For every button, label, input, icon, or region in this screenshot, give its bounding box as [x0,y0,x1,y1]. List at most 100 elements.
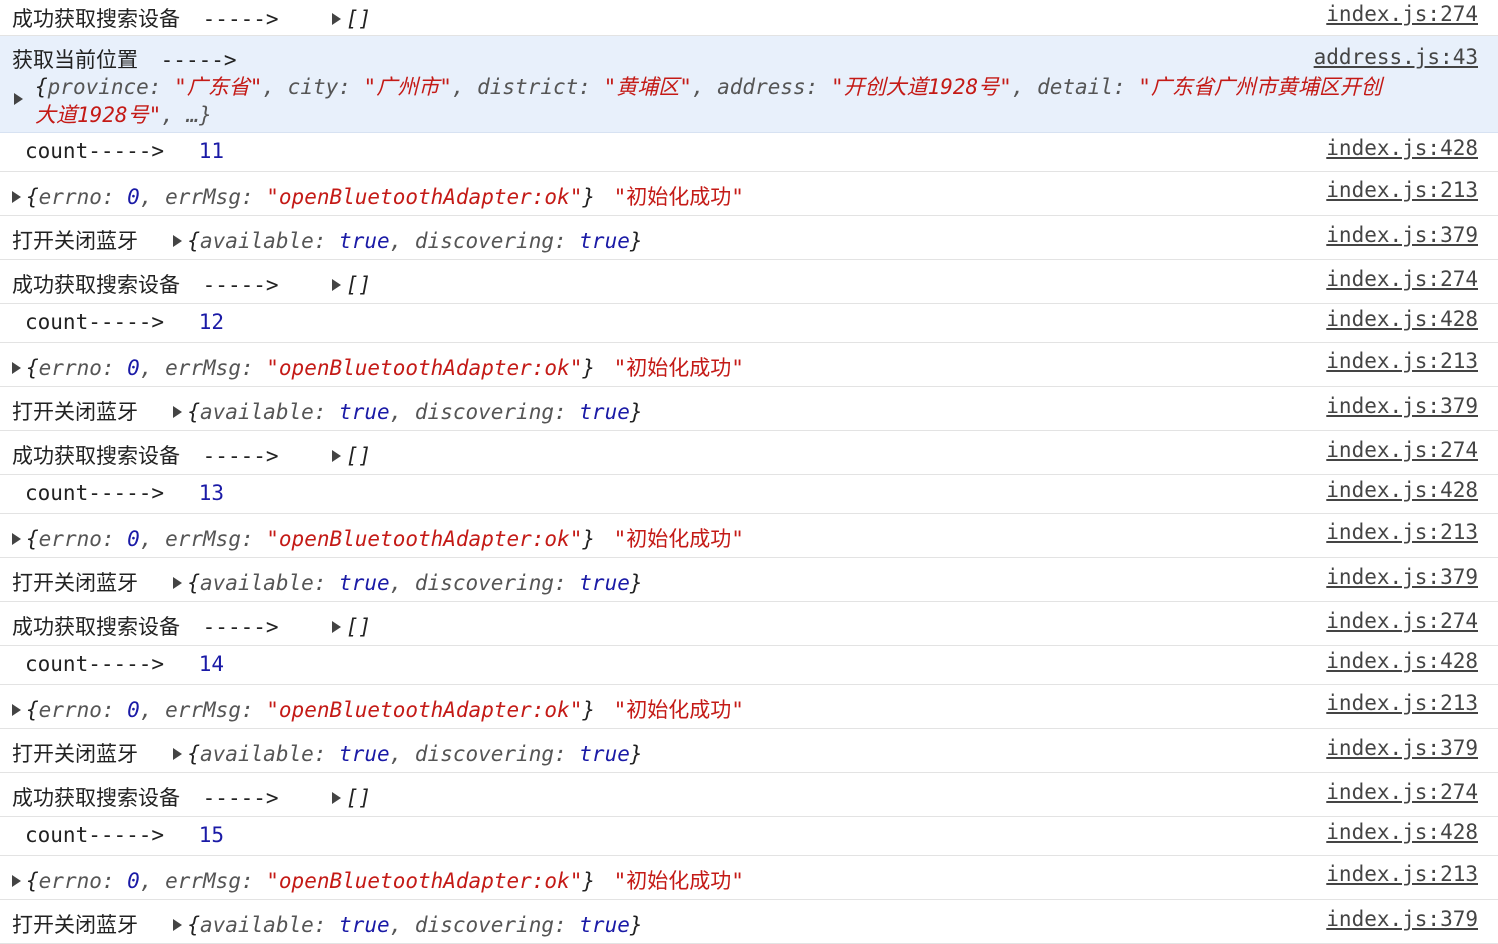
log-row: {errno: 0, errMsg: "openBluetoothAdapter… [0,172,1498,216]
log-row: count-----> 13 index.js:428 [0,475,1498,514]
log-text: 成功获取搜索设备 [12,273,180,297]
source-link[interactable]: index.js:213 [1326,691,1478,715]
log-row: 成功获取搜索设备 -----> [] index.js:274 [0,0,1498,36]
log-row: 打开关闭蓝牙 {available: true, discovering: tr… [0,900,1498,944]
expand-triangle-icon[interactable] [12,875,21,887]
expand-triangle-icon[interactable] [331,792,341,804]
init-message: "初始化成功" [613,698,744,722]
log-row: count-----> 11 index.js:428 [0,133,1498,172]
source-link[interactable]: index.js:379 [1326,565,1478,589]
log-text: count-----> [25,310,165,334]
init-message: "初始化成功" [613,185,744,209]
source-link[interactable]: index.js:428 [1326,649,1478,673]
log-row: 打开关闭蓝牙 {available: true, discovering: tr… [0,729,1498,773]
log-text: 成功获取搜索设备 [12,615,180,639]
array-value[interactable]: [] [346,7,371,31]
log-arrow: -----> [202,444,279,468]
expand-triangle-icon[interactable] [14,93,23,105]
array-value[interactable]: [] [346,444,371,468]
source-link[interactable]: index.js:428 [1326,307,1478,331]
source-link[interactable]: index.js:379 [1326,223,1478,247]
log-row: {errno: 0, errMsg: "openBluetoothAdapter… [0,514,1498,558]
log-text: count-----> [25,139,165,163]
expand-triangle-icon[interactable] [173,919,183,931]
log-row: 成功获取搜索设备 -----> [] index.js:274 [0,602,1498,646]
location-object-line1[interactable]: {province: "广东省", city: "广州市", district:… [35,71,1382,101]
bt-state-object[interactable]: {available: true, discovering: true} [187,400,642,424]
expand-triangle-icon[interactable] [173,577,183,589]
source-link[interactable]: index.js:274 [1326,267,1478,291]
expand-triangle-icon[interactable] [12,191,21,203]
count-value: 13 [198,481,225,505]
log-text: 成功获取搜索设备 [12,444,180,468]
count-value: 12 [198,310,225,334]
bt-state-object[interactable]: {available: true, discovering: true} [187,742,642,766]
log-text: count-----> [25,652,165,676]
source-link[interactable]: index.js:274 [1326,780,1478,804]
log-arrow: -----> [202,786,279,810]
source-link[interactable]: index.js:379 [1326,907,1478,931]
source-link[interactable]: index.js:274 [1326,2,1478,26]
log-text: 成功获取搜索设备 [12,7,180,31]
expand-triangle-icon[interactable] [173,406,183,418]
source-link[interactable]: index.js:428 [1326,820,1478,844]
init-message: "初始化成功" [613,356,744,380]
log-text: count-----> [25,823,165,847]
log-text: count-----> [25,481,165,505]
expand-triangle-icon[interactable] [12,704,21,716]
source-link[interactable]: index.js:428 [1326,136,1478,160]
expand-triangle-icon[interactable] [331,13,341,25]
source-link[interactable]: index.js:274 [1326,609,1478,633]
bt-result-object[interactable]: {errno: 0, errMsg: "openBluetoothAdapter… [26,869,595,893]
source-link[interactable]: address.js:43 [1314,45,1478,69]
bt-result-object[interactable]: {errno: 0, errMsg: "openBluetoothAdapter… [26,356,595,380]
bt-state-object[interactable]: {available: true, discovering: true} [187,229,642,253]
array-value[interactable]: [] [346,786,371,810]
log-text: 成功获取搜索设备 [12,786,180,810]
log-row: count-----> 12 index.js:428 [0,304,1498,343]
log-row: 成功获取搜索设备 -----> [] index.js:274 [0,260,1498,304]
log-row: {errno: 0, errMsg: "openBluetoothAdapter… [0,856,1498,900]
expand-triangle-icon[interactable] [331,279,341,291]
log-arrow: -----> [160,48,237,72]
source-link[interactable]: index.js:379 [1326,394,1478,418]
count-value: 11 [198,139,225,163]
console-log-panel: 成功获取搜索设备 -----> [] index.js:274 获取当前位置 -… [0,0,1498,944]
source-link[interactable]: index.js:428 [1326,478,1478,502]
source-link[interactable]: index.js:213 [1326,520,1478,544]
init-message: "初始化成功" [613,869,744,893]
bt-result-object[interactable]: {errno: 0, errMsg: "openBluetoothAdapter… [26,698,595,722]
array-value[interactable]: [] [346,615,371,639]
log-text: 打开关闭蓝牙 [12,571,138,595]
bt-state-object[interactable]: {available: true, discovering: true} [187,913,642,937]
log-text: 打开关闭蓝牙 [12,229,138,253]
expand-triangle-icon[interactable] [173,748,183,760]
log-text: 获取当前位置 [12,48,138,72]
expand-triangle-icon[interactable] [331,621,341,633]
source-link[interactable]: index.js:213 [1326,862,1478,886]
array-value[interactable]: [] [346,273,371,297]
bt-state-object[interactable]: {available: true, discovering: true} [187,571,642,595]
log-row: 成功获取搜索设备 -----> [] index.js:274 [0,773,1498,817]
count-value: 15 [198,823,225,847]
expand-triangle-icon[interactable] [12,533,21,545]
expand-triangle-icon[interactable] [173,235,183,247]
log-text: 打开关闭蓝牙 [12,742,138,766]
init-message: "初始化成功" [613,527,744,551]
expand-triangle-icon[interactable] [331,450,341,462]
source-link[interactable]: index.js:213 [1326,349,1478,373]
log-arrow: -----> [202,7,279,31]
log-row: 打开关闭蓝牙 {available: true, discovering: tr… [0,216,1498,260]
count-value: 14 [198,652,225,676]
source-link[interactable]: index.js:213 [1326,178,1478,202]
source-link[interactable]: index.js:274 [1326,438,1478,462]
bt-result-object[interactable]: {errno: 0, errMsg: "openBluetoothAdapter… [26,527,595,551]
log-row: 成功获取搜索设备 -----> [] index.js:274 [0,431,1498,475]
log-row: {errno: 0, errMsg: "openBluetoothAdapter… [0,685,1498,729]
expand-triangle-icon[interactable] [12,362,21,374]
log-row: count-----> 15 index.js:428 [0,817,1498,856]
source-link[interactable]: index.js:379 [1326,736,1478,760]
location-object-line2[interactable]: 大道1928号", …} [35,99,212,129]
log-text: 打开关闭蓝牙 [12,913,138,937]
bt-result-object[interactable]: {errno: 0, errMsg: "openBluetoothAdapter… [26,185,595,209]
